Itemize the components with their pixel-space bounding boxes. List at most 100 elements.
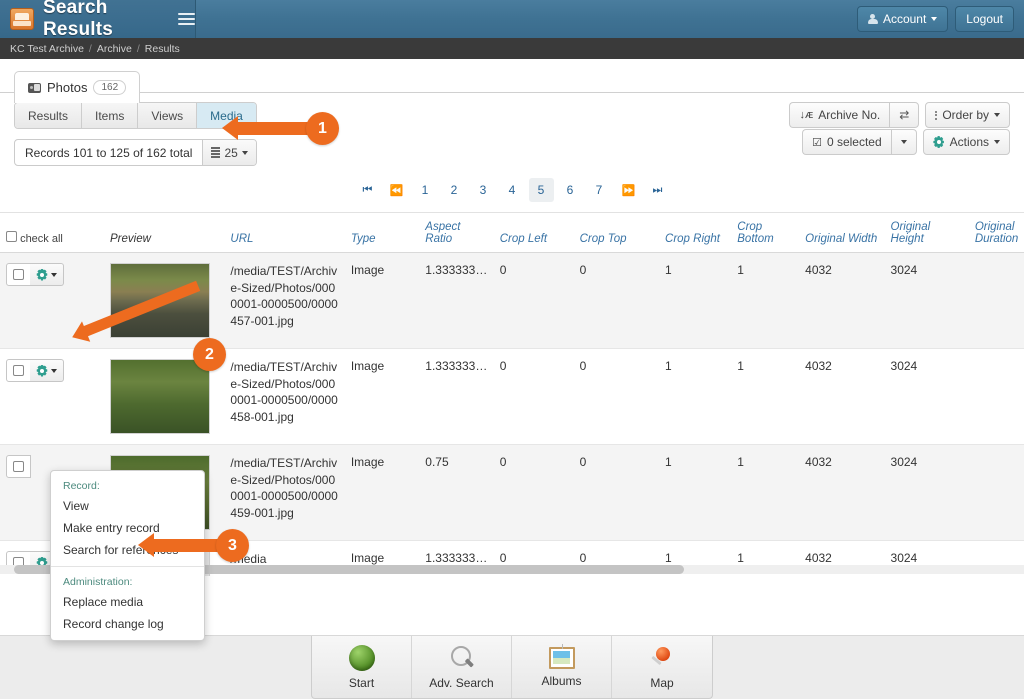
menu-item-view[interactable]: View — [51, 495, 204, 517]
actions-label: Actions — [949, 135, 989, 149]
pagination-page-7[interactable]: 7 — [587, 178, 612, 202]
row-original-width: 4032 — [799, 348, 885, 445]
row-crop-right: 1 — [659, 348, 732, 445]
toolbar-right: ↓ᴁ Archive No. ⇄ Order by — [789, 102, 1010, 128]
pagination-page-6[interactable]: 6 — [558, 178, 583, 202]
row-checkbox-button[interactable] — [6, 359, 31, 382]
row-controls — [0, 348, 104, 445]
chevron-down-icon — [931, 17, 938, 21]
menu-item-record-change-log[interactable]: Record change log — [51, 613, 204, 635]
row-crop-bottom: 1 — [731, 444, 800, 541]
dock-item-albums-label: Albums — [541, 673, 582, 688]
dock-item-start[interactable]: Start — [312, 636, 412, 698]
row-checkbox-button[interactable] — [6, 263, 31, 286]
breadcrumb-item-2[interactable]: Results — [145, 43, 180, 55]
pagination-page-5[interactable]: 5 — [528, 178, 554, 202]
logout-button[interactable]: Logout — [955, 6, 1014, 32]
tab-views[interactable]: Views — [138, 103, 198, 128]
chevron-down-icon — [241, 150, 248, 155]
magnifier-icon — [449, 645, 475, 671]
tab-photos[interactable]: Photos 162 — [14, 71, 141, 103]
th-crop-top[interactable]: Crop Top — [573, 213, 660, 253]
th-original-height[interactable]: Original Height — [884, 213, 969, 253]
pagination-page-2[interactable]: 2 — [442, 178, 467, 202]
row-original-duration — [968, 252, 1024, 349]
th-original-duration[interactable]: Original Duration — [968, 213, 1024, 253]
dock-item-albums[interactable]: Albums — [512, 636, 612, 698]
shuffle-button[interactable]: ⇄ — [889, 102, 920, 128]
th-crop-right[interactable]: Crop Right — [659, 213, 732, 253]
primary-tab-bar: Photos 162 — [0, 59, 1024, 103]
dock-item-map[interactable]: Map — [612, 636, 712, 698]
th-crop-left[interactable]: Crop Left — [493, 213, 574, 253]
row-checkbox[interactable] — [13, 461, 24, 472]
row-url[interactable]: /media/TEST/Archive-Sized/Photos/0000001… — [224, 444, 345, 541]
sort-button[interactable]: ↓ᴁ Archive No. — [789, 102, 890, 128]
row-url[interactable]: /media/TEST/Archive-Sized/Photos/0000001… — [224, 252, 345, 349]
row-gear-button[interactable] — [30, 359, 64, 382]
tab-items[interactable]: Items — [82, 103, 139, 128]
actions-button[interactable]: Actions — [922, 129, 1010, 155]
camera-icon — [28, 82, 41, 93]
pagination-page-1[interactable]: 1 — [413, 178, 438, 202]
row-url[interactable]: /media/TEST/Archive-Sized/Photos/0000001… — [224, 348, 345, 445]
tab-results[interactable]: Results — [15, 103, 83, 128]
menu-item-make-entry-record[interactable]: Make entry record — [51, 517, 204, 539]
check-all-checkbox[interactable] — [6, 231, 17, 242]
row-checkbox[interactable] — [13, 365, 24, 376]
th-url[interactable]: URL — [224, 213, 345, 253]
breadcrumb-item-1[interactable]: Archive — [97, 43, 132, 55]
pagination-page-4[interactable]: 4 — [500, 178, 525, 202]
pagination-page-3[interactable]: 3 — [471, 178, 496, 202]
page-size-select[interactable]: 25 — [202, 140, 256, 165]
records-box: Records 101 to 125 of 162 total 25 — [14, 139, 257, 166]
green-sphere-icon — [348, 644, 375, 671]
row-original-width: 4032 — [799, 444, 885, 541]
selection-toolbar: ☑ 0 selected Actions — [802, 129, 1010, 155]
table-row: /media/TEST/Archive-Sized/Photos/0000001… — [0, 348, 1024, 445]
th-original-width[interactable]: Original Width — [799, 213, 885, 253]
hamburger-icon[interactable] — [178, 13, 195, 25]
pagination-prev[interactable]: ⏪ — [384, 178, 409, 202]
breadcrumb-separator: / — [88, 42, 92, 55]
row-crop-top: 0 — [573, 252, 660, 349]
row-gear-button[interactable] — [30, 263, 64, 286]
pagination-first[interactable]: ⏮ — [355, 178, 380, 202]
row-type: Image — [344, 348, 420, 445]
th-check-all[interactable]: check all — [0, 213, 104, 253]
chevron-down-icon — [51, 272, 57, 277]
pagination-next[interactable]: ⏩ — [616, 178, 641, 202]
page-size-value: 25 — [224, 145, 238, 160]
row-original-height: 3024 — [884, 444, 969, 541]
breadcrumb-item-0[interactable]: KC Test Archive — [10, 43, 84, 55]
tab-photos-label: Photos — [47, 80, 88, 95]
th-crop-bottom[interactable]: Crop Bottom — [731, 213, 800, 253]
row-crop-left: 0 — [493, 348, 574, 445]
th-preview: Preview — [104, 213, 225, 253]
row-checkbox[interactable] — [13, 269, 24, 280]
order-by-button[interactable]: Order by — [925, 102, 1010, 128]
row-original-width: 4032 — [799, 252, 885, 349]
selected-dropdown-button[interactable] — [890, 129, 917, 155]
th-type[interactable]: Type — [344, 213, 420, 253]
check-all-label: check all — [20, 233, 63, 245]
archive-box-icon — [10, 8, 34, 30]
dock-item-adv-search-label: Adv. Search — [429, 675, 494, 690]
th-aspect-ratio[interactable]: Aspect Ratio — [419, 213, 494, 253]
pagination-last[interactable]: ⏭ — [645, 178, 670, 202]
menu-item-replace-media[interactable]: Replace media — [51, 591, 204, 613]
chevron-down-icon — [51, 368, 57, 373]
thumbnail-image[interactable] — [110, 359, 210, 434]
row-crop-right: 1 — [659, 252, 732, 349]
row-type: Image — [344, 252, 420, 349]
bottom-dock: Start Adv. Search Albums Map — [311, 636, 713, 699]
framed-picture-icon — [548, 643, 575, 669]
selected-count-button[interactable]: ☑ 0 selected — [802, 129, 891, 155]
account-button[interactable]: Account — [856, 6, 949, 32]
row-crop-top: 0 — [573, 444, 660, 541]
menu-header-administration: Administration: — [63, 576, 133, 588]
row-checkbox-button[interactable] — [6, 455, 31, 478]
dock-item-adv-search[interactable]: Adv. Search — [412, 636, 512, 698]
pushpin-icon — [649, 645, 675, 671]
row-original-duration — [968, 444, 1024, 541]
